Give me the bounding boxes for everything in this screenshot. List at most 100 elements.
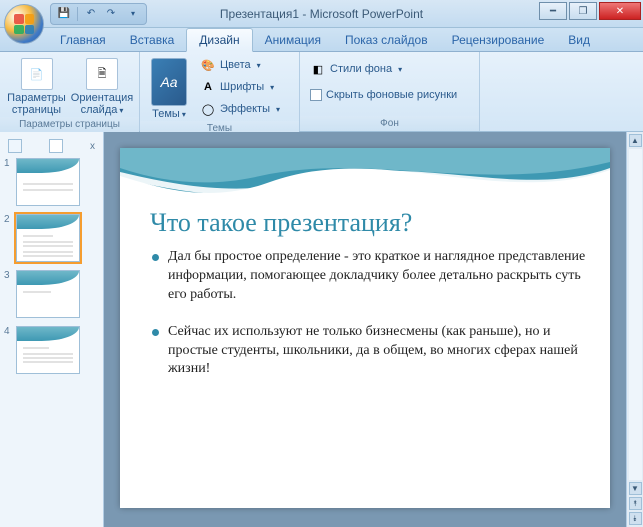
- thumb-line: [23, 241, 73, 243]
- slide-bullet: Сейчас их используют не только бизнесмен…: [150, 323, 586, 380]
- fonts-icon: A: [200, 79, 216, 95]
- tab-review[interactable]: Рецензирование: [440, 29, 557, 51]
- theme-fonts-button[interactable]: A Шрифты ▾: [196, 76, 284, 98]
- background-styles-icon: ◧: [310, 61, 326, 77]
- group-label-background: Фон: [300, 116, 479, 131]
- save-icon[interactable]: 💾: [57, 7, 71, 21]
- slide-body[interactable]: Дал бы простое определение - это краткое…: [150, 248, 586, 397]
- window-controls: ━ ❐ ✕: [537, 2, 641, 20]
- thumbnails-header: x: [4, 138, 99, 154]
- redo-icon[interactable]: ↷: [104, 7, 118, 21]
- tab-animation[interactable]: Анимация: [253, 29, 333, 51]
- tab-insert[interactable]: Вставка: [118, 29, 187, 51]
- slide-editor-area: Что такое презентация? Дал бы простое оп…: [104, 132, 643, 527]
- themes-label: Темы▾: [152, 108, 186, 121]
- office-logo-icon: [14, 14, 34, 34]
- scroll-down-icon[interactable]: ▼: [629, 482, 642, 495]
- thumb-line: [23, 183, 73, 185]
- theme-effects-button[interactable]: ◯ Эффекты ▾: [196, 98, 284, 120]
- background-styles-button[interactable]: ◧ Стили фона ▾: [306, 58, 406, 80]
- thumb-line: [23, 255, 73, 257]
- page-setup-icon: 📄: [21, 58, 53, 90]
- tab-home[interactable]: Главная: [48, 29, 118, 51]
- ribbon: 📄 Параметры страницы 🗎 Ориентация слайда…: [0, 52, 643, 132]
- group-background: ◧ Стили фона ▾ Скрыть фоновые рисунки Фо…: [300, 52, 480, 131]
- checkbox-icon: [310, 89, 322, 101]
- orientation-label: Ориентация слайда▾: [71, 92, 133, 117]
- quick-access-toolbar: 💾 ↶ ↷ ▾: [50, 3, 147, 25]
- thumb-number: 2: [4, 214, 12, 225]
- page-setup-button[interactable]: 📄 Параметры страницы: [6, 54, 67, 116]
- slide-thumbnail-1[interactable]: [16, 158, 80, 206]
- workspace: x 1 2 3: [0, 132, 643, 527]
- thumb-wave-icon: [17, 159, 79, 173]
- slide-thumbnail-3[interactable]: [16, 270, 80, 318]
- thumb-wave-icon: [17, 327, 79, 341]
- effects-icon: ◯: [200, 101, 216, 117]
- thumbnail-row: 2: [4, 214, 99, 262]
- group-label-page: Параметры страницы: [0, 117, 139, 132]
- themes-gallery-icon: Aa: [151, 58, 187, 106]
- current-slide[interactable]: Что такое презентация? Дал бы простое оп…: [120, 148, 610, 508]
- tab-view[interactable]: Вид: [556, 29, 602, 51]
- chevron-down-icon: ▾: [270, 83, 274, 92]
- slides-tab-icon[interactable]: [49, 139, 63, 153]
- thumb-line: [23, 361, 73, 363]
- slide-title[interactable]: Что такое презентация?: [150, 208, 412, 238]
- minimize-button[interactable]: ━: [539, 2, 567, 20]
- prev-slide-icon[interactable]: ⯭: [629, 497, 642, 510]
- chevron-down-icon: ▾: [276, 105, 280, 114]
- thumb-wave-icon: [17, 271, 79, 285]
- tab-design[interactable]: Дизайн: [186, 28, 252, 52]
- slide-bullet: Дал бы простое определение - это краткое…: [150, 248, 586, 305]
- thumb-number: 1: [4, 158, 12, 169]
- chevron-down-icon: ▾: [119, 106, 123, 115]
- undo-icon[interactable]: ↶: [84, 7, 98, 21]
- thumb-line: [23, 251, 73, 253]
- thumb-line: [23, 189, 73, 191]
- chevron-down-icon: ▾: [257, 61, 261, 70]
- slide-thumbnail-4[interactable]: [16, 326, 80, 374]
- tab-slideshow[interactable]: Показ слайдов: [333, 29, 440, 51]
- chevron-down-icon: ▾: [398, 65, 402, 74]
- next-slide-icon[interactable]: ⯯: [629, 512, 642, 525]
- separator: [77, 7, 78, 21]
- slide-wave-decoration: [120, 148, 610, 212]
- orientation-icon: 🗎: [86, 58, 118, 90]
- group-themes: Aa Темы▾ 🎨 Цвета ▾ A Шрифты ▾ ◯ Эффекты …: [140, 52, 300, 131]
- qat-customize-icon[interactable]: ▾: [126, 7, 140, 21]
- maximize-button[interactable]: ❐: [569, 2, 597, 20]
- vertical-scrollbar[interactable]: ▲ ▼ ⯭ ⯯: [626, 132, 643, 527]
- slide-thumbnails-pane: x 1 2 3: [0, 132, 104, 527]
- slide-thumbnail-2[interactable]: [16, 214, 80, 262]
- thumb-line: [23, 245, 73, 247]
- thumb-number: 4: [4, 326, 12, 337]
- thumb-line: [23, 353, 73, 355]
- office-button[interactable]: [4, 4, 44, 44]
- effects-label: Эффекты: [220, 103, 270, 115]
- chevron-down-icon: ▾: [182, 110, 186, 119]
- fonts-label: Шрифты: [220, 81, 264, 93]
- outline-tab-icon[interactable]: [8, 139, 22, 153]
- thumbnail-row: 3: [4, 270, 99, 318]
- thumb-line: [23, 357, 73, 359]
- ribbon-tabs: Главная Вставка Дизайн Анимация Показ сл…: [0, 28, 643, 52]
- thumb-wave-icon: [17, 215, 79, 229]
- thumbnail-row: 1: [4, 158, 99, 206]
- pane-close-icon[interactable]: x: [90, 141, 95, 152]
- slide-orientation-button[interactable]: 🗎 Ориентация слайда▾: [71, 54, 133, 117]
- scroll-track[interactable]: [629, 149, 642, 480]
- hide-background-label: Скрыть фоновые рисунки: [326, 89, 457, 101]
- scroll-up-icon[interactable]: ▲: [629, 134, 642, 147]
- thumb-line: [23, 235, 53, 237]
- title-bar: 💾 ↶ ↷ ▾ Презентация1 - Microsoft PowerPo…: [0, 0, 643, 28]
- close-button[interactable]: ✕: [599, 2, 641, 20]
- thumb-line: [23, 291, 51, 293]
- colors-label: Цвета: [220, 59, 251, 71]
- hide-background-checkbox[interactable]: Скрыть фоновые рисунки: [306, 84, 461, 106]
- group-page-setup: 📄 Параметры страницы 🗎 Ориентация слайда…: [0, 52, 140, 131]
- theme-colors-button[interactable]: 🎨 Цвета ▾: [196, 54, 284, 76]
- background-styles-label: Стили фона: [330, 63, 392, 75]
- themes-gallery-button[interactable]: Aa Темы▾: [146, 54, 192, 121]
- page-setup-label: Параметры страницы: [7, 92, 66, 116]
